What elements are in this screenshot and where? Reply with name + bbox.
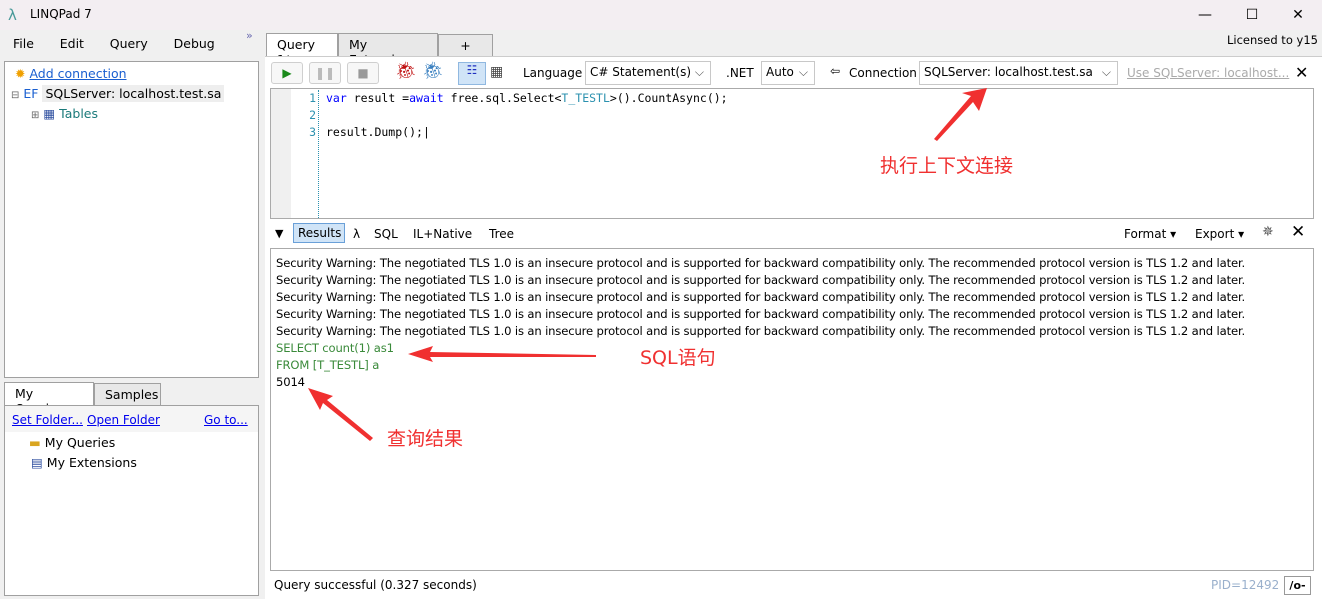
arrow-result	[308, 388, 373, 441]
annotation-sql: SQL语句	[640, 347, 716, 369]
arrow-connection	[934, 88, 987, 141]
annotation-arrows	[308, 88, 987, 441]
arrow-sql	[408, 346, 596, 362]
annotation-result: 查询结果	[387, 428, 464, 450]
annotation-connection: 执行上下文连接	[880, 155, 1014, 177]
